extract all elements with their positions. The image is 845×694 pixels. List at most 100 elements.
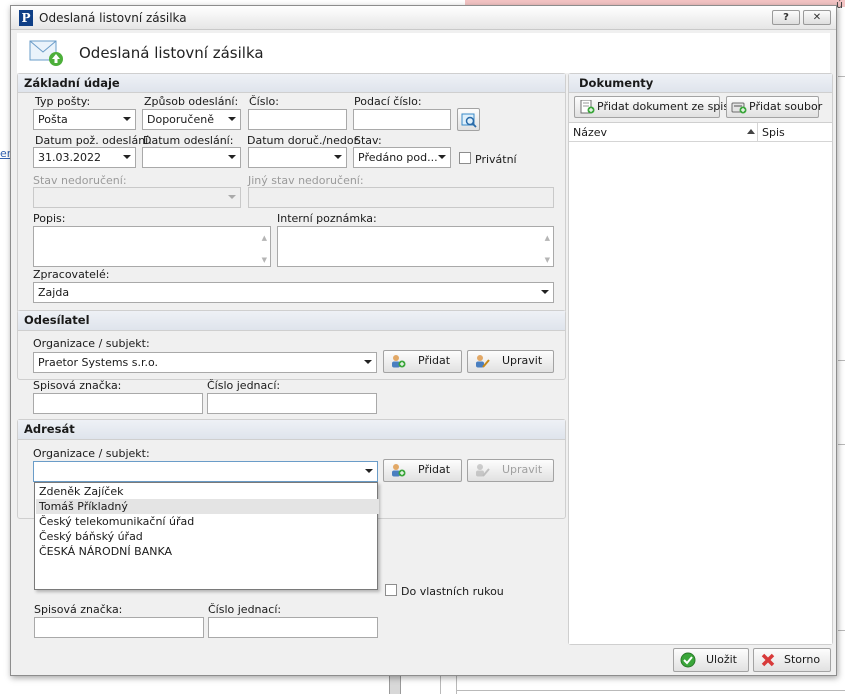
sender-edit-label: Upravit: [502, 354, 543, 367]
recipient-dropdown-list: Zdeněk Zajíček Tomáš Příkladný Český tel…: [34, 482, 379, 590]
sender-org-select[interactable]: Praetor Systems s.r.o.: [33, 352, 377, 373]
description-textarea[interactable]: ▲ ▼: [33, 226, 271, 267]
recipient-ref-number-label: Číslo jednací:: [208, 603, 282, 616]
edit-user-icon: [476, 355, 490, 368]
scroll-up-icon[interactable]: ▲: [545, 229, 550, 248]
undelivered-status-select[interactable]: [33, 187, 241, 208]
dialog-window: P Odeslaná listovní zásilka ? ✕ Odeslaná…: [10, 5, 837, 676]
chevron-down-icon: [228, 155, 236, 159]
documents-grid-header: Název Spis: [569, 123, 832, 142]
scroll-up-icon[interactable]: ▲: [262, 229, 267, 248]
add-user-icon: [392, 464, 406, 477]
send-method-value: Doporučeně: [147, 113, 214, 126]
dropdown-item[interactable]: Český telekomunikační úřad: [36, 514, 379, 529]
processors-select[interactable]: Zajda: [33, 282, 554, 303]
dropdown-item[interactable]: Zdeněk Zajíček: [36, 484, 379, 499]
send-date-label: Datum odeslání:: [143, 134, 234, 147]
tracking-number-input[interactable]: [353, 109, 451, 130]
cancel-button[interactable]: Storno: [753, 648, 831, 672]
add-file-button[interactable]: Přidat soubor: [726, 96, 823, 118]
send-method-select[interactable]: Doporučeně: [142, 109, 241, 130]
background-divider: [838, 360, 845, 361]
status-value: Předáno pod...: [358, 151, 438, 164]
requested-date-label: Datum pož. odeslání:: [35, 134, 152, 147]
dialog-heading: Odeslaná listovní zásilka: [79, 44, 264, 62]
number-input[interactable]: [248, 109, 347, 130]
dropdown-item[interactable]: Český báňský úřad: [36, 529, 379, 544]
recipient-edit-button[interactable]: Upravit: [467, 459, 554, 482]
tracking-number-label: Podací číslo:: [354, 95, 422, 108]
scroll-down-icon[interactable]: ▼: [262, 256, 267, 264]
recipient-edit-label: Upravit: [502, 463, 543, 476]
recipient-file-mark-label: Spisová značka:: [34, 603, 123, 616]
app-logo-icon: P: [19, 10, 33, 26]
background-divider: [456, 676, 457, 694]
undelivered-status-label: Stav nedoručení:: [33, 174, 127, 187]
status-label: Stav:: [354, 134, 382, 147]
column-header-spis[interactable]: Spis: [762, 126, 785, 139]
background-divider: [838, 444, 845, 445]
background-divider: [440, 676, 441, 694]
dialog-header: Odeslaná listovní zásilka: [17, 33, 830, 73]
sender-add-label: Přidat: [418, 354, 451, 367]
ok-check-icon: [680, 652, 696, 668]
help-button[interactable]: ?: [772, 10, 800, 25]
status-select[interactable]: Předáno pod...: [353, 147, 451, 168]
requested-date-value: 31.03.2022: [38, 151, 101, 164]
sort-asc-icon[interactable]: [747, 129, 755, 134]
other-undelivered-input[interactable]: [248, 187, 554, 208]
tracking-lookup-button[interactable]: [457, 108, 480, 131]
requested-date-picker[interactable]: 31.03.2022: [33, 147, 136, 168]
basic-info-heading: Základní údaje: [18, 74, 565, 93]
sender-edit-button[interactable]: Upravit: [467, 350, 554, 373]
add-user-icon: [392, 355, 406, 368]
delivery-date-label: Datum doruč./nedor.: [247, 134, 361, 147]
close-button[interactable]: ✕: [803, 10, 831, 25]
cancel-label: Storno: [784, 653, 821, 666]
mail-type-select[interactable]: Pošta: [33, 109, 136, 130]
mail-type-label: Typ pošty:: [35, 95, 91, 108]
save-button[interactable]: Uložit: [673, 648, 749, 672]
recipient-ref-number-input[interactable]: [208, 617, 378, 638]
processors-label: Zpracovatelé:: [33, 268, 110, 281]
column-header-name[interactable]: Název: [573, 126, 607, 139]
add-file-label: Přidat soubor: [749, 100, 823, 113]
recipient-org-label: Organizace / subjekt:: [33, 447, 150, 460]
sender-file-mark-input[interactable]: [33, 393, 203, 414]
chevron-down-icon: [334, 155, 342, 159]
processors-value: Zajda: [38, 286, 70, 299]
delivery-date-picker[interactable]: [248, 147, 347, 168]
private-checkbox[interactable]: [459, 152, 471, 164]
internal-note-textarea[interactable]: ▲ ▼: [277, 226, 554, 267]
dropdown-item[interactable]: ČESKÁ NÁRODNÍ BANKA: [36, 544, 379, 559]
sender-ref-number-label: Číslo jednací:: [207, 379, 281, 392]
recipient-file-mark-input[interactable]: [34, 617, 204, 638]
recipient-org-combobox[interactable]: [33, 461, 378, 482]
own-hands-label: Do vlastních rukou: [401, 585, 504, 598]
own-hands-checkbox[interactable]: [385, 584, 397, 596]
recipient-heading: Adresát: [18, 420, 565, 440]
search-icon: [461, 113, 477, 128]
sender-add-button[interactable]: Přidat: [383, 350, 462, 373]
recipient-add-button[interactable]: Přidat: [383, 459, 462, 482]
chevron-down-icon: [123, 155, 131, 159]
add-document-icon: [580, 100, 595, 114]
sender-ref-number-input[interactable]: [207, 393, 377, 414]
internal-note-label: Interní poznámka:: [277, 212, 377, 225]
send-date-picker[interactable]: [142, 147, 241, 168]
scroll-down-icon[interactable]: ▼: [545, 256, 550, 264]
background-divider: [838, 630, 845, 631]
title-bar[interactable]: P Odeslaná listovní zásilka ? ✕: [11, 6, 836, 30]
sender-heading: Odesílatel: [18, 311, 565, 331]
dropdown-item-selected[interactable]: Tomáš Příkladný: [36, 499, 379, 514]
background-divider: [838, 76, 845, 77]
chevron-down-icon: [541, 290, 549, 294]
cancel-x-icon: [761, 653, 775, 667]
sender-file-mark-label: Spisová značka:: [33, 379, 122, 392]
column-divider[interactable]: [757, 123, 758, 142]
other-undelivered-label: Jiný stav nedoručení:: [248, 174, 364, 187]
documents-heading: Dokumenty: [569, 74, 832, 93]
add-document-from-file-button[interactable]: Přidat dokument ze spisu: [574, 96, 736, 118]
background-divider: [389, 676, 401, 694]
documents-grid: Název Spis: [569, 122, 832, 644]
